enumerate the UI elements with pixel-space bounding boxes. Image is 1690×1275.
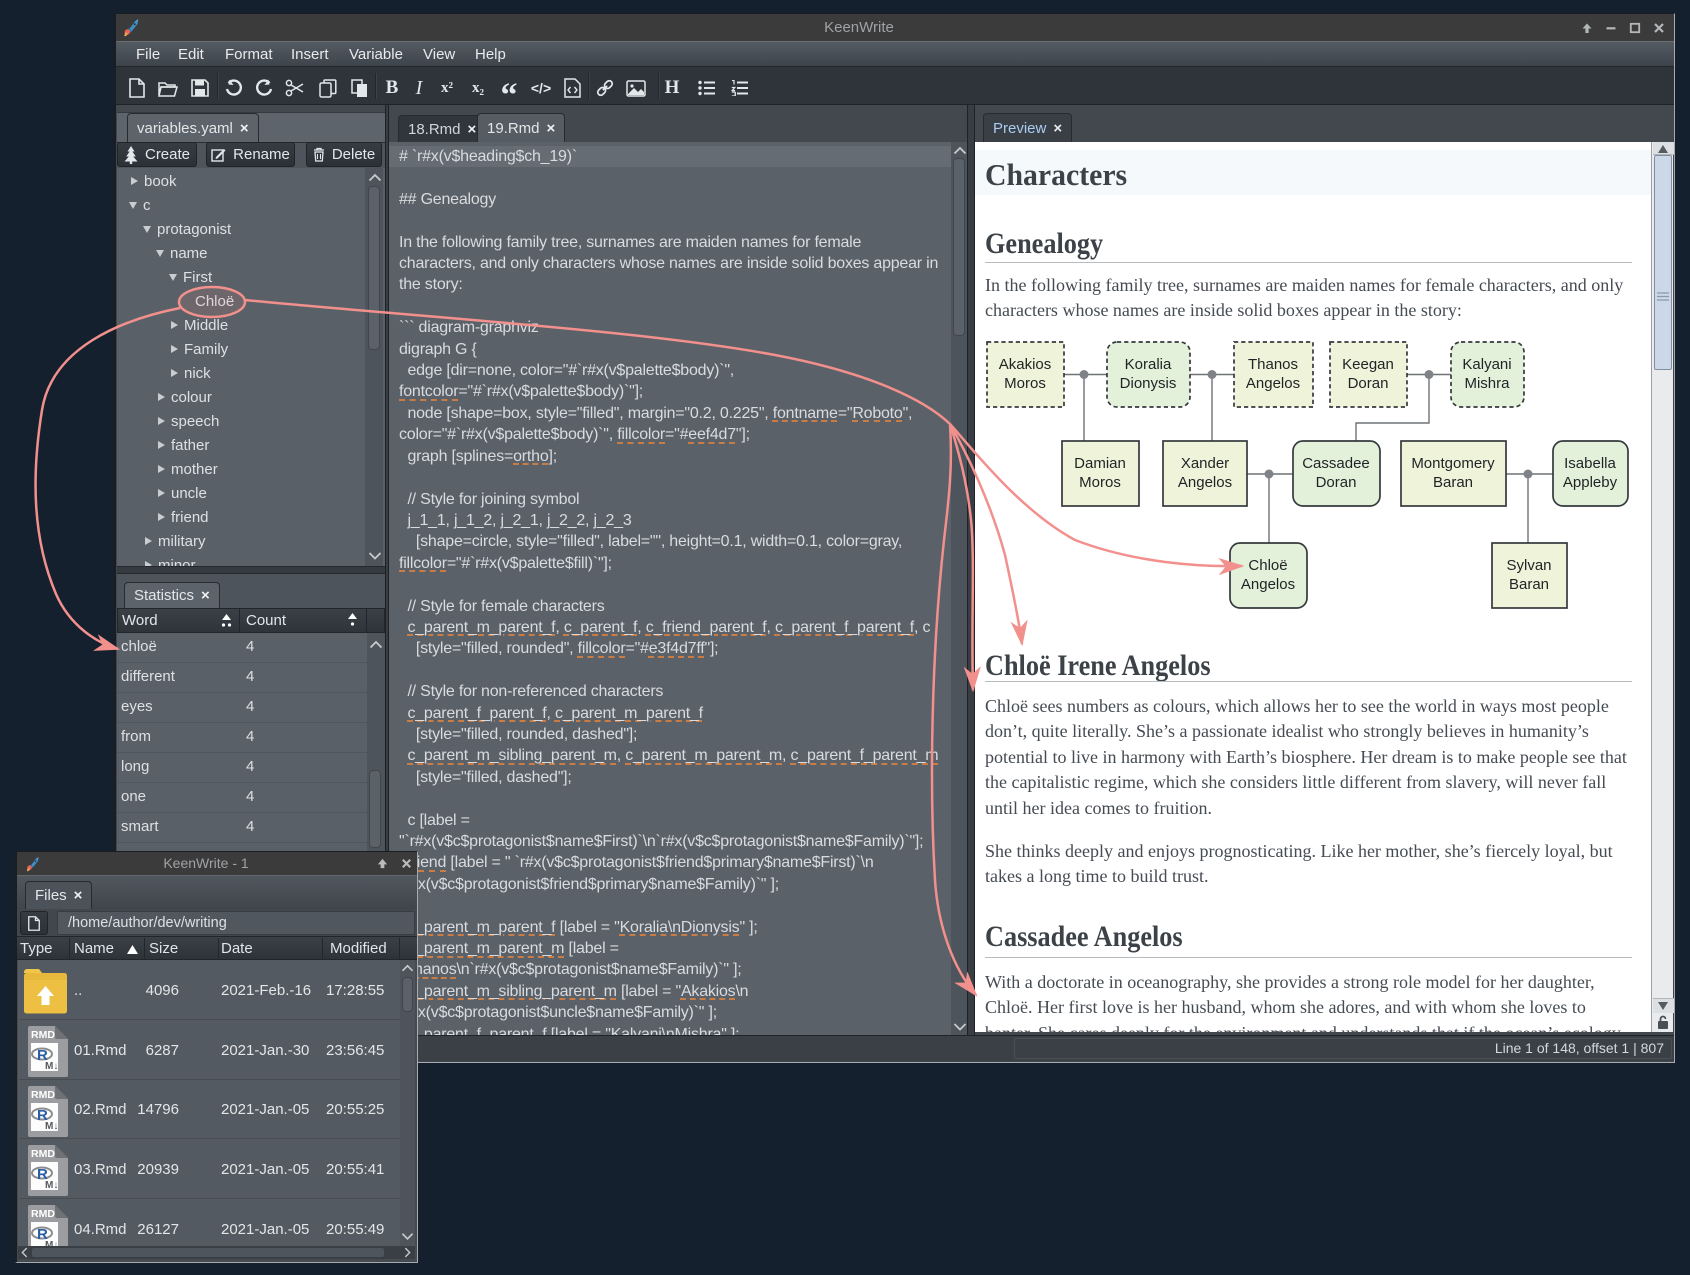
- svg-text:Chloë: Chloë: [1248, 557, 1287, 574]
- svg-text:Doran: Doran: [1348, 375, 1389, 392]
- svg-text:Cassadee: Cassadee: [1302, 455, 1370, 472]
- svg-text:Kalyani: Kalyani: [1462, 356, 1511, 373]
- svg-text:Montgomery: Montgomery: [1411, 455, 1495, 472]
- svg-text:Doran: Doran: [1316, 474, 1357, 491]
- svg-text:Angelos: Angelos: [1246, 375, 1300, 392]
- svg-text:Thanos: Thanos: [1248, 356, 1298, 373]
- svg-text:Angelos: Angelos: [1241, 576, 1295, 593]
- svg-text:Sylvan: Sylvan: [1506, 557, 1551, 574]
- svg-text:Isabella: Isabella: [1564, 455, 1616, 472]
- svg-text:Angelos: Angelos: [1178, 474, 1232, 491]
- svg-text:Akakios: Akakios: [999, 356, 1052, 373]
- svg-text:Damian: Damian: [1074, 455, 1126, 472]
- svg-text:Koralia: Koralia: [1125, 356, 1172, 373]
- svg-text:Mishra: Mishra: [1464, 375, 1510, 392]
- svg-text:Xander: Xander: [1181, 455, 1229, 472]
- svg-text:Moros: Moros: [1004, 375, 1046, 392]
- svg-text:Dionysis: Dionysis: [1120, 375, 1177, 392]
- svg-text:Baran: Baran: [1433, 474, 1473, 491]
- svg-text:Appleby: Appleby: [1563, 474, 1618, 491]
- svg-text:Keegan: Keegan: [1342, 356, 1394, 373]
- svg-text:Baran: Baran: [1509, 576, 1549, 593]
- svg-text:Moros: Moros: [1079, 474, 1121, 491]
